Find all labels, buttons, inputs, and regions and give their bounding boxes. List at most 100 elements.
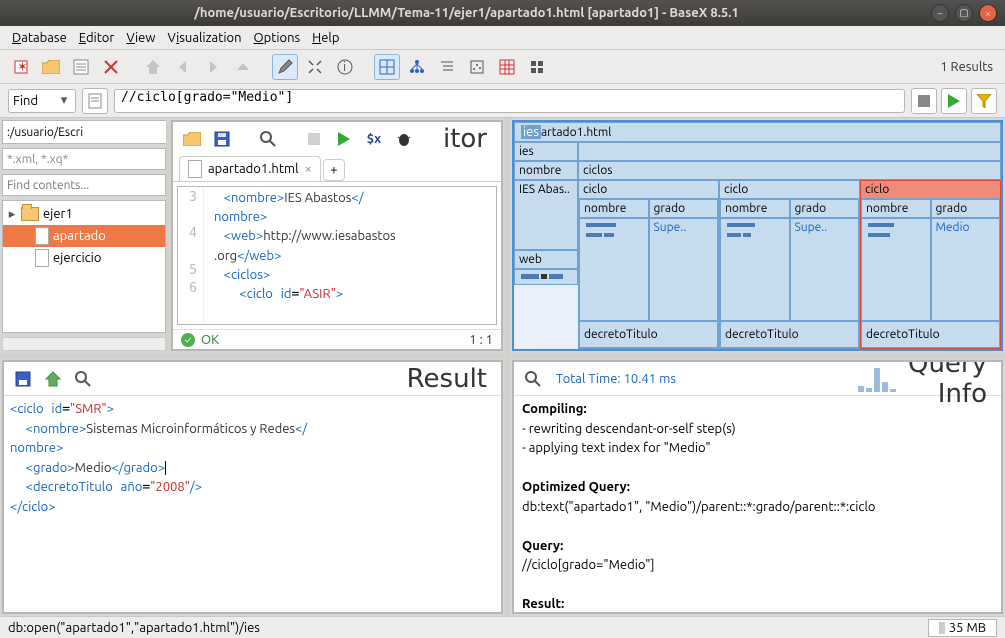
viz-ciclo-2[interactable]: ciclo nombre grado Supe.. decretoTitulo	[719, 180, 860, 349]
close-db-button[interactable]	[98, 54, 124, 80]
maximize-button[interactable]: ▢	[955, 4, 973, 22]
status-text: OK	[201, 333, 219, 347]
viz-root[interactable]: iesiesartado1.htmlartado1.html	[514, 122, 1001, 142]
folder-view-button[interactable]	[434, 54, 460, 80]
menu-help[interactable]: Help	[308, 29, 343, 47]
editor-status: ✓ OK 1 : 1	[173, 329, 501, 349]
menu-options[interactable]: Options	[250, 29, 305, 47]
filter-button[interactable]	[971, 88, 997, 114]
splitter[interactable]	[505, 118, 510, 353]
folder-icon	[21, 207, 39, 221]
path-input[interactable]	[2, 120, 167, 144]
expand-button[interactable]	[302, 54, 328, 80]
main-grid: ... ▸ ejer1 apartado ejercicio	[0, 118, 1005, 616]
file-icon	[35, 249, 49, 267]
up-button[interactable]	[230, 54, 256, 80]
result-search-button[interactable]	[70, 366, 96, 392]
explorer-view-button[interactable]	[524, 54, 550, 80]
titlebar: /home/usuario/Escritorio/LLMM/Tema-11/ej…	[0, 0, 1005, 26]
tree-row-file-selected[interactable]: apartado	[3, 225, 165, 247]
editor-toolbar: $x itor	[173, 122, 501, 156]
editor-vars-button[interactable]: $x	[361, 126, 387, 152]
splitter[interactable]	[505, 358, 510, 616]
file-tree[interactable]: ▸ ejer1 apartado ejercicio	[2, 200, 166, 333]
main-toolbar: ✶ i 1 Results	[0, 50, 1005, 84]
top-left-pane: ... ▸ ejer1 apartado ejercicio	[2, 120, 503, 351]
viz-ciclo-3-highlighted[interactable]: ciclo nombre grado Medio decretoTitulo	[860, 180, 1001, 349]
editor-tabs: apartado1.html × +	[173, 156, 501, 182]
query-input-wrap	[114, 89, 905, 113]
project-nav: ... ▸ ejer1 apartado ejercicio	[2, 120, 166, 351]
new-db-button[interactable]: ✶	[8, 54, 34, 80]
result-content[interactable]: <ciclo id="SMR"> <nombre>Sistemas Microi…	[4, 396, 501, 612]
splitter[interactable]	[0, 353, 1005, 358]
menu-editor[interactable]: Editor	[75, 29, 119, 47]
viz-nombre-label[interactable]: nombre	[514, 161, 578, 180]
horizontal-scrollbar[interactable]	[2, 337, 166, 351]
result-save-button[interactable]	[10, 366, 36, 392]
memory-indicator[interactable]: 35 MB	[928, 619, 997, 637]
editor-stop-button[interactable]	[301, 126, 327, 152]
tree-label: ejercicio	[53, 251, 101, 265]
viz-ies[interactable]: ies	[514, 142, 578, 161]
close-button[interactable]: ×	[979, 4, 997, 22]
tree-row-folder[interactable]: ▸ ejer1	[3, 203, 165, 225]
code-editor[interactable]: 3 4 56 <nombre>IES Abastos</ nombre> <we…	[177, 186, 497, 325]
text-view-button[interactable]	[82, 88, 108, 114]
menu-database[interactable]: Database	[8, 29, 71, 47]
properties-button[interactable]	[68, 54, 94, 80]
result-title: Result	[100, 364, 495, 394]
viz-ciclo-1[interactable]: ciclo nombre grado Supe.. decretoTitulo	[578, 180, 719, 349]
search-mode-input[interactable]	[13, 94, 57, 108]
tree-label: apartado	[53, 229, 106, 243]
viz-web-bars	[514, 269, 578, 285]
back-button[interactable]	[170, 54, 196, 80]
plot-view-button[interactable]	[464, 54, 490, 80]
editor-debug-button[interactable]	[391, 126, 417, 152]
result-home-button[interactable]	[40, 366, 66, 392]
filter-input[interactable]	[2, 148, 166, 170]
editor-search-button[interactable]	[255, 126, 281, 152]
tab-close-icon[interactable]: ×	[305, 162, 312, 176]
editor-open-button[interactable]	[179, 126, 205, 152]
viz-ies-value[interactable]: IES Abas..	[514, 180, 578, 250]
table-view-button[interactable]	[494, 54, 520, 80]
window-title: /home/usuario/Escritorio/LLMM/Tema-11/ej…	[8, 6, 925, 20]
editor-save-button[interactable]	[209, 126, 235, 152]
tree-view-button[interactable]	[404, 54, 430, 80]
home-button[interactable]	[140, 54, 166, 80]
code-content[interactable]: <nombre>IES Abastos</ nombre> <web>http:…	[204, 187, 496, 324]
forward-button[interactable]	[200, 54, 226, 80]
menu-view[interactable]: View	[122, 29, 159, 47]
stop-button[interactable]	[911, 88, 937, 114]
total-time: Total Time: 10.41 ms	[556, 372, 676, 386]
minimize-button[interactable]: –	[931, 4, 949, 22]
visualization-panel[interactable]: iesiesartado1.htmlartado1.html ies nombr…	[512, 120, 1003, 351]
queryinfo-search-button[interactable]	[520, 366, 546, 392]
open-db-button[interactable]	[38, 54, 64, 80]
tree-label: ejer1	[43, 207, 73, 221]
edit-mode-button[interactable]	[272, 54, 298, 80]
query-bar: ▾	[0, 84, 1005, 118]
viz-web-label[interactable]: web	[514, 250, 578, 269]
ok-icon: ✓	[181, 333, 195, 347]
find-contents-input[interactable]	[2, 174, 166, 196]
editor-run-button[interactable]	[331, 126, 357, 152]
queryinfo-content[interactable]: Compiling: - rewriting descendant-or-sel…	[514, 396, 1001, 612]
query-input[interactable]	[121, 90, 898, 105]
editor-tab[interactable]: apartado1.html ×	[179, 156, 321, 181]
status-path: db:open("apartado1","apartado1.html")/ie…	[8, 621, 928, 635]
new-tab-button[interactable]: +	[323, 159, 345, 181]
run-button[interactable]	[941, 88, 967, 114]
viz-ciclos-label[interactable]: ciclos	[578, 161, 1001, 180]
search-mode-combo[interactable]: ▾	[8, 89, 76, 113]
tree-row-file[interactable]: ejercicio	[3, 247, 165, 269]
chevron-right-icon[interactable]: ▸	[7, 207, 17, 222]
menu-visualization[interactable]: Visualization	[163, 29, 245, 47]
file-icon	[188, 160, 202, 178]
svg-text:✶: ✶	[17, 60, 28, 74]
chevron-down-icon[interactable]: ▾	[57, 93, 71, 108]
map-view-button[interactable]	[374, 54, 400, 80]
svg-text:i: i	[343, 60, 346, 74]
info-button[interactable]: i	[332, 54, 358, 80]
